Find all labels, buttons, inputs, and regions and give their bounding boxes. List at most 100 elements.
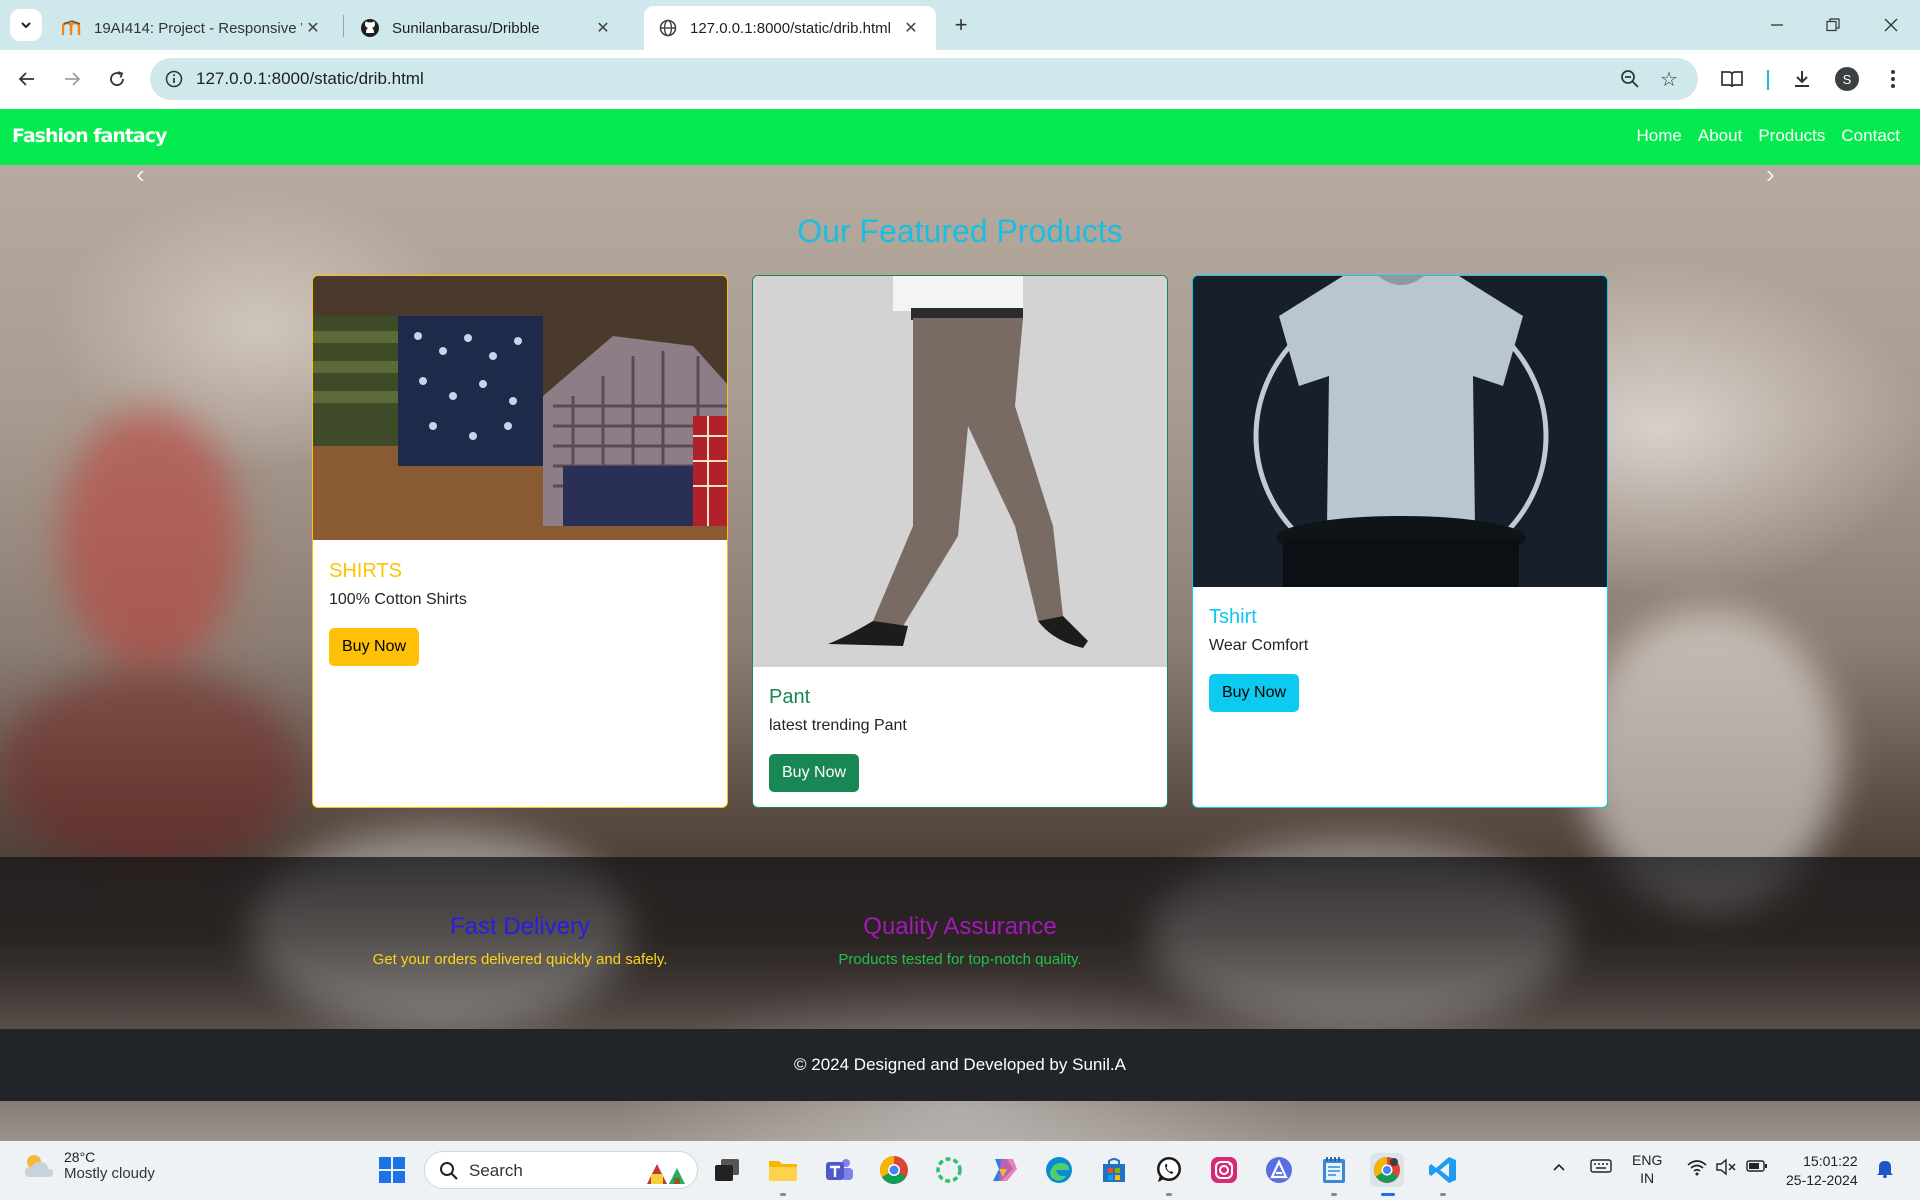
reload-button[interactable] — [102, 64, 132, 94]
chevron-up-icon — [1553, 1163, 1565, 1171]
store-icon — [1103, 1158, 1125, 1182]
feature-fast-delivery: Fast Delivery Get your orders delivered … — [340, 913, 700, 968]
language-code: ENG — [1632, 1152, 1663, 1168]
carousel-prev-icon[interactable]: ‹ — [136, 159, 145, 190]
volume-status[interactable] — [1715, 1158, 1737, 1179]
start-button[interactable] — [375, 1153, 409, 1187]
task-view-icon — [715, 1159, 739, 1181]
restore-button[interactable] — [1818, 10, 1848, 40]
nav-link-products[interactable]: Products — [1758, 126, 1825, 146]
plus-icon: + — [954, 12, 968, 37]
notepad-button[interactable] — [1317, 1153, 1351, 1187]
tab-active-page[interactable]: 127.0.0.1:8000/static/drib.html ✕ — [644, 6, 936, 50]
tab-search-button[interactable] — [10, 9, 42, 41]
back-button[interactable] — [12, 64, 42, 94]
nav-link-contact[interactable]: Contact — [1841, 126, 1900, 146]
card-title: Tshirt — [1209, 606, 1257, 628]
weather-widget[interactable]: 28°C Mostly cloudy — [22, 1149, 155, 1182]
card-description: latest trending Pant — [769, 717, 907, 734]
teams-button[interactable] — [822, 1153, 856, 1187]
brand-logo[interactable]: Fashion fantacy — [12, 125, 167, 147]
touch-keyboard-button[interactable] — [1590, 1158, 1612, 1177]
tab-moodle[interactable]: 19AI414: Project - Responsive W ✕ — [48, 6, 338, 50]
app-triangle-button[interactable] — [1262, 1153, 1296, 1187]
minimize-button[interactable] — [1762, 10, 1792, 40]
tab-divider — [343, 15, 344, 37]
file-explorer-button[interactable] — [766, 1153, 800, 1187]
browser-menu-button[interactable] — [1878, 64, 1908, 94]
search-label: Search — [469, 1161, 523, 1180]
chrome-profile-icon — [1374, 1157, 1400, 1183]
bell-icon — [1877, 1161, 1893, 1179]
arrow-left-icon — [18, 72, 34, 86]
profile-avatar[interactable]: S — [1835, 67, 1859, 91]
search-icon — [440, 1162, 458, 1180]
triangle-app-icon — [1266, 1157, 1292, 1183]
folder-icon — [769, 1161, 797, 1181]
windows-logo-icon — [379, 1157, 405, 1183]
notifications-button[interactable] — [1876, 1158, 1894, 1181]
product-card-shirts: SHIRTS 100% Cotton Shirts Buy Now — [312, 275, 728, 808]
taskbar-search[interactable]: Search — [424, 1151, 698, 1189]
input-language-indicator[interactable]: ENG IN — [1632, 1151, 1662, 1187]
chrome-button[interactable] — [877, 1153, 911, 1187]
buy-now-shirts-button[interactable]: Buy Now — [329, 628, 420, 666]
address-bar[interactable]: 127.0.0.1:8000/static/drib.html ☆ — [150, 58, 1698, 100]
weather-condition: Mostly cloudy — [64, 1165, 155, 1182]
whatsapp-button[interactable] — [1152, 1153, 1186, 1187]
app-circle-button[interactable] — [932, 1153, 966, 1187]
tab-label: 127.0.0.1:8000/static/drib.html — [690, 19, 891, 37]
reading-mode-button[interactable] — [1717, 64, 1747, 94]
tab-github[interactable]: Sunilanbarasu/Dribble ✕ — [346, 6, 628, 50]
instagram-button[interactable] — [1207, 1153, 1241, 1187]
buy-now-tshirt-button[interactable]: Buy Now — [1209, 674, 1300, 712]
new-tab-button[interactable]: + — [948, 12, 974, 38]
keyboard-icon — [1590, 1159, 1612, 1173]
minimize-icon — [1771, 24, 1783, 26]
feature-title: Fast Delivery — [449, 913, 591, 940]
cloud-sun-icon — [24, 1154, 54, 1177]
system-clock[interactable]: 15:01:22 25-12-2024 — [1786, 1152, 1858, 1190]
nav-link-home[interactable]: Home — [1637, 126, 1682, 146]
nav-link-about[interactable]: About — [1698, 126, 1742, 146]
page-viewport: Fashion fantacy Home About Products Cont… — [0, 109, 1920, 1141]
vscode-button[interactable] — [1426, 1153, 1460, 1187]
chevron-down-icon — [21, 22, 31, 29]
network-status[interactable] — [1686, 1158, 1708, 1179]
store-button[interactable] — [1097, 1153, 1131, 1187]
background-blur — [60, 409, 240, 669]
copilot-icon — [993, 1159, 1017, 1181]
region-code: IN — [1640, 1170, 1655, 1186]
card-description: Wear Comfort — [1209, 637, 1309, 654]
task-view-button[interactable] — [710, 1153, 744, 1187]
downloads-button[interactable] — [1787, 64, 1817, 94]
close-icon[interactable]: ✕ — [592, 17, 614, 39]
running-indicator — [780, 1193, 786, 1196]
close-window-button[interactable] — [1876, 10, 1906, 40]
running-indicator — [1166, 1193, 1172, 1196]
buy-now-pant-button[interactable]: Buy Now — [769, 754, 860, 792]
bookmark-star-icon[interactable]: ☆ — [1656, 66, 1682, 92]
site-navbar: Fashion fantacy Home About Products Cont… — [0, 109, 1920, 165]
forward-button[interactable] — [57, 64, 87, 94]
battery-status[interactable] — [1746, 1159, 1768, 1176]
loader-icon — [936, 1157, 962, 1183]
kebab-menu-icon — [1891, 70, 1895, 88]
chrome-active-button[interactable] — [1370, 1153, 1404, 1187]
nav-links: Home About Products Contact — [1637, 126, 1900, 146]
site-info-icon[interactable] — [162, 67, 186, 91]
zoom-icon[interactable] — [1618, 67, 1642, 91]
close-icon[interactable]: ✕ — [302, 17, 324, 39]
edge-button[interactable] — [1042, 1153, 1076, 1187]
restore-icon — [1826, 18, 1840, 32]
whatsapp-icon — [1157, 1157, 1181, 1182]
url-text[interactable]: 127.0.0.1:8000/static/drib.html — [196, 69, 424, 89]
teams-icon — [826, 1159, 853, 1180]
close-icon[interactable]: ✕ — [900, 17, 922, 39]
copilot-button[interactable] — [987, 1153, 1021, 1187]
toolbar-divider — [1767, 70, 1769, 90]
show-hidden-icons-button[interactable] — [1552, 1159, 1566, 1175]
carousel-next-icon[interactable]: › — [1766, 159, 1775, 190]
reload-icon — [110, 71, 124, 86]
feature-quality-assurance: Quality Assurance Products tested for to… — [780, 913, 1140, 968]
